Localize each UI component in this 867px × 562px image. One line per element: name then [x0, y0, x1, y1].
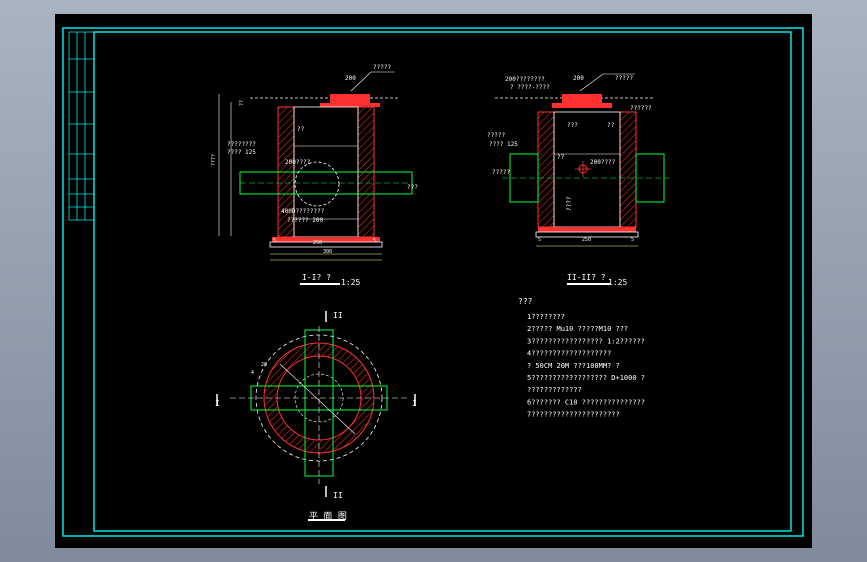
section-2-label: ??? — [567, 122, 578, 129]
section-1-label: ?? — [297, 126, 305, 133]
section-2-label: ????? — [615, 75, 633, 82]
section-2-label: ????? — [492, 169, 510, 176]
section-1-side-mark: ?? — [239, 100, 245, 106]
section-1-label: ???? 125 — [227, 149, 256, 156]
section-2-title: II-II? ? — [567, 273, 606, 282]
section-2-label: ?? — [557, 154, 565, 161]
notes-heading: ??? — [518, 297, 533, 306]
note-line: 7????????????????????? — [527, 411, 620, 419]
section-1-bottom-dim: 5 — [373, 238, 376, 244]
note-line: 4??????????????????? — [527, 350, 611, 358]
section-2-bottom-dim: 5 — [538, 237, 541, 243]
section-1-label: ??? — [407, 184, 418, 191]
section-2-label: ?????? — [630, 105, 652, 112]
cad-drawing: 200??????????????????? 125200????400D???… — [62, 27, 804, 537]
section-2-label: ???? 125 — [489, 141, 518, 148]
note-line: ? 50CM 20M ???100MM? ? — [527, 362, 620, 370]
section-1-top-dim: 200 — [345, 75, 356, 82]
section-1-labels: 200??????????????????? 125200????400D???… — [211, 64, 418, 287]
section-1-left-dim: ???? — [211, 154, 217, 166]
section-2-label: 200???? — [590, 159, 616, 166]
note-line: 5?????????????????? D+1000 ? — [527, 374, 645, 382]
note-line: 3????????????????? 1:2?????? — [527, 337, 645, 345]
plan-dim: 4 — [251, 370, 254, 376]
section-2-bottom-dim: 5 — [631, 237, 634, 243]
section-1-label: ????? — [373, 64, 391, 71]
section-2-label: 200???????? — [505, 76, 545, 83]
plan-section-mark: II — [333, 491, 343, 500]
plan-drawing — [216, 311, 416, 521]
section-1-bottom-dim: 250 — [313, 240, 322, 246]
title-block — [68, 31, 95, 221]
section-2-label: ???? — [566, 196, 573, 211]
inner-border — [93, 31, 792, 532]
section-2-top-dim: 200 — [573, 75, 584, 82]
note-line: 6??????? C10 ??????????????? — [527, 398, 645, 406]
plan-dim: 20 — [261, 362, 267, 368]
plan-title: 平 面 图 — [309, 511, 347, 522]
section-1-drawing — [218, 71, 413, 285]
section-1-label: 400D???????? — [281, 208, 325, 215]
section-2-label: ?? — [607, 122, 615, 129]
section-1-label: 200???? — [285, 159, 311, 166]
section-2-bottom-dim: 250 — [582, 237, 591, 243]
section-2-scale: 1:25 — [608, 278, 627, 287]
plan-section-mark: II — [333, 311, 343, 320]
section-2-label: ? ????-???? — [510, 84, 550, 91]
plan-section-mark: I — [412, 399, 417, 408]
note-line: ????????????? — [527, 386, 582, 394]
drawing-sheet: 200??????????????????? 125 200???? 400D???… — [55, 14, 812, 548]
note-line: 2????? Mu10 ?????M10 ??? — [527, 325, 628, 333]
section-1-title: I-I? ? — [302, 273, 331, 282]
section-1-label: ?????? 200 — [287, 217, 324, 224]
section-1-bottom-dim: 300 — [323, 249, 332, 255]
section-1-bottom-dim: 5 — [273, 238, 276, 244]
section-2-label: ????? — [487, 132, 505, 139]
section-1-label: ???????? — [227, 141, 256, 148]
design-notes: ??? 1???????? 2????? Mu10 ?????M10 ??? 3???… — [518, 297, 645, 419]
outer-border — [62, 27, 804, 537]
plan-section-mark: I — [215, 399, 220, 408]
section-1-scale: 1:25 — [341, 278, 360, 287]
note-line: 1???????? — [527, 313, 565, 321]
